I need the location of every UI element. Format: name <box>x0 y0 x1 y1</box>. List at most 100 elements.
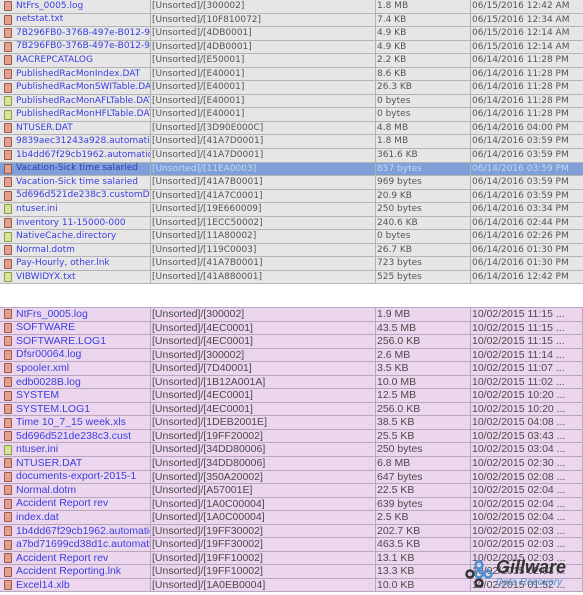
size-cell: 256.0 KB <box>376 402 471 416</box>
table-row[interactable]: NativeCache.directory [Unsorted]/[11A8000… <box>0 230 583 244</box>
table-row[interactable]: index.dat [Unsorted]/[1A0C00004] 2.5 KB 10/… <box>0 511 583 525</box>
table-row[interactable]: 5d696d521de238c3.customDes [Unsorted]/[41… <box>0 189 583 204</box>
date-cell: 06/14/2016 02:26 PM <box>472 231 569 242</box>
file-name[interactable]: ntuser.ini <box>16 203 58 216</box>
table-row[interactable]: NTUSER.DAT [Unsorted]/[3D90E000C] 4.8 MB 06… <box>0 121 583 136</box>
name-cell: netstat.txt <box>0 13 151 27</box>
file-name[interactable]: 5d696d521de238c3.customDes <box>16 190 150 203</box>
name-cell: NTUSER.DAT <box>0 457 151 470</box>
file-name[interactable]: 1b4dd67f29cb1962.automaticD <box>16 149 150 162</box>
table-row[interactable]: Vacation-Sick time salaried [Unsorted]/[1… <box>0 162 583 177</box>
file-name[interactable]: Accident Reporting.lnk <box>16 565 121 578</box>
table-row[interactable]: Normal.dotm [Unsorted]/[119C0003] 26.7 KB 0… <box>0 243 583 258</box>
file-name[interactable]: NTUSER.DAT <box>16 457 82 470</box>
table-row[interactable]: spooler.xml [Unsorted]/[7D40001] 3.5 KB 10/… <box>0 362 583 376</box>
file-name[interactable]: 5d696d521de238c3.cust <box>16 430 131 443</box>
file-name[interactable]: Normal.dotm <box>16 244 75 257</box>
file-icon <box>4 485 12 496</box>
file-name[interactable]: Accident Report rev <box>16 552 108 565</box>
table-row[interactable]: 1b4dd67f29cb1962.automatic [Unsorted]/[19… <box>0 524 583 539</box>
location-cell: [Unsorted]/[1A0EB0004] <box>151 578 376 592</box>
table-row[interactable]: PublishedRacMonAFLTable.DAT [Unsorted]/[E… <box>0 94 583 109</box>
file-name[interactable]: Pay-Hourly, other.lnk <box>16 257 110 270</box>
name-cell: NTUSER.DAT <box>0 121 151 135</box>
table-row[interactable]: SOFTWARE [Unsorted]/[4EC0001] 43.5 MB 10/02… <box>0 321 583 336</box>
table-row[interactable]: edb0028B.log [Unsorted]/[1B12A001A] 10.0 M… <box>0 375 583 390</box>
table-row[interactable]: PublishedRacMonHFLTable.DAT [Unsorted]/[E… <box>0 108 583 122</box>
name-cell: 1b4dd67f29cb1962.automatic <box>0 524 151 538</box>
file-name[interactable]: NtFrs_0005.log <box>16 308 88 321</box>
size-cell: 4.8 MB <box>376 121 471 135</box>
table-row[interactable]: VIBWIDYX.txt [Unsorted]/[41A880001] 525 by… <box>0 270 583 285</box>
file-name[interactable]: Dfsr00064.log <box>16 349 81 362</box>
file-name[interactable]: a7bd71699cd38d1c.automatic <box>16 538 150 551</box>
table-row[interactable]: 5d696d521de238c3.cust [Unsorted]/[19FF200… <box>0 429 583 444</box>
location-cell: [Unsorted]/[19FF30002] <box>151 524 376 538</box>
file-name[interactable]: ntuser.ini <box>16 443 58 456</box>
file-icon <box>4 177 12 188</box>
table-row[interactable]: Inventory 11-15000-000 [Unsorted]/[1ECC50… <box>0 216 583 231</box>
table-row[interactable]: 1b4dd67f29cb1962.automaticD [Unsorted]/[4… <box>0 149 583 163</box>
size-cell: 463.5 KB <box>376 538 471 551</box>
file-name[interactable]: Vacation-Sick time salaried <box>16 176 138 189</box>
table-row[interactable]: 9839aec31243a928.automaticD [Unsorted]/[4… <box>0 135 583 150</box>
table-row[interactable]: RACREPCATALOG [Unsorted]/[E50001] 2.2 KB 06… <box>0 54 583 68</box>
file-name[interactable]: Vacation-Sick time salaried <box>16 163 138 176</box>
file-name[interactable]: PublishedRacMonHFLTable.DAT <box>16 108 150 121</box>
table-row[interactable]: Pay-Hourly, other.lnk [Unsorted]/[41A7B00… <box>0 257 583 271</box>
file-name[interactable]: PublishedRacMonAFLTable.DAT <box>16 95 150 108</box>
size-cell: 0 bytes <box>376 94 471 108</box>
file-name[interactable]: Inventory 11-15000-000 <box>16 217 126 230</box>
file-name[interactable]: SOFTWARE <box>16 322 75 335</box>
file-name[interactable]: index.dat <box>16 511 59 524</box>
table-row[interactable]: documents-export-2015-1 [Unsorted]/[350A2… <box>0 470 583 485</box>
file-name[interactable]: edb0028B.log <box>16 376 81 389</box>
table-row[interactable]: Time 10_7_15 week.xls [Unsorted]/[1DEB200… <box>0 416 583 430</box>
file-name[interactable]: NativeCache.directory <box>16 230 116 243</box>
location-cell: [Unsorted]/[E40001] <box>151 81 376 94</box>
table-row[interactable]: 7B296FB0-376B-497e-B012-9C4 [Unsorted]/[4… <box>0 40 583 55</box>
table-row[interactable]: SYSTEM [Unsorted]/[4EC0001] 12.5 MB 10/02/2… <box>0 389 583 403</box>
size-cell: 647 bytes <box>376 470 471 484</box>
table-row[interactable]: NTUSER.DAT [Unsorted]/[34DD80006] 6.8 MB 10… <box>0 457 583 471</box>
file-name[interactable]: PublishedRacMonSWITable.DAT <box>16 81 150 94</box>
file-name[interactable]: NTUSER.DAT <box>16 122 73 135</box>
table-row[interactable]: Normal.dotm [Unsorted]/[A57001E] 22.5 KB 10… <box>0 484 583 498</box>
table-row[interactable]: SOFTWARE.LOG1 [Unsorted]/[4EC0001] 256.0 K… <box>0 335 583 349</box>
file-name[interactable]: 7B296FB0-376B-497e-B012-9C4 <box>16 27 150 40</box>
file-name[interactable]: RACREPCATALOG <box>16 54 93 67</box>
table-row[interactable]: netstat.txt [Unsorted]/[10F810072] 7.4 KB 0… <box>0 13 583 28</box>
table-row[interactable]: Vacation-Sick time salaried [Unsorted]/[4… <box>0 176 583 190</box>
file-name[interactable]: VIBWIDYX.txt <box>16 271 76 284</box>
table-row[interactable]: ntuser.ini [Unsorted]/[19E660009] 250 byte… <box>0 203 583 217</box>
table-row[interactable]: ntuser.ini [Unsorted]/[34DD80006] 250 byte… <box>0 443 583 458</box>
date-cell: 06/14/2016 04:00 PM <box>472 122 569 133</box>
file-name[interactable]: NtFrs_0005.log <box>16 0 83 13</box>
table-row[interactable]: NtFrs_0005.log [Unsorted]/[300002] 1.8 MB 0… <box>0 0 583 14</box>
file-name[interactable]: Accident Report rev <box>16 498 108 511</box>
table-row[interactable]: Dfsr00064.log [Unsorted]/[300002] 2.6 MB 10… <box>0 348 583 363</box>
file-name[interactable]: SOFTWARE.LOG1 <box>16 335 106 348</box>
file-name[interactable]: 9839aec31243a928.automaticD <box>16 135 150 148</box>
table-row[interactable]: Accident Report rev [Unsorted]/[1A0C00004… <box>0 497 583 512</box>
name-cell: Accident Reporting.lnk <box>0 565 151 578</box>
file-name[interactable]: SYSTEM.LOG1 <box>16 403 90 416</box>
file-name[interactable]: netstat.txt <box>16 14 63 27</box>
file-name[interactable]: documents-export-2015-1 <box>16 471 136 484</box>
table-row[interactable]: PublishedRacMonSWITable.DAT [Unsorted]/[E… <box>0 81 583 95</box>
file-name[interactable]: SYSTEM <box>16 389 59 402</box>
table-row[interactable]: NtFrs_0005.log [Unsorted]/[300002] 1.9 MB 1… <box>0 308 583 322</box>
file-name[interactable]: Excel14.xlb <box>16 579 70 592</box>
table-row[interactable]: 7B296FB0-376B-497e-B012-9C4 [Unsorted]/[4… <box>0 27 583 41</box>
file-name[interactable]: Time 10_7_15 week.xls <box>16 416 126 429</box>
file-name[interactable]: Normal.dotm <box>16 484 76 497</box>
file-name[interactable]: PublishedRacMonIndex.DAT <box>16 68 140 81</box>
table-row[interactable]: a7bd71699cd38d1c.automatic [Unsorted]/[19… <box>0 538 583 552</box>
table-row[interactable]: SYSTEM.LOG1 [Unsorted]/[4EC0001] 256.0 KB 1… <box>0 402 583 417</box>
file-name[interactable]: 7B296FB0-376B-497e-B012-9C4 <box>16 41 150 54</box>
date-cell: 10/02/2015 02:04 ... <box>471 484 583 497</box>
file-name[interactable]: 1b4dd67f29cb1962.automatic <box>16 525 150 538</box>
file-name[interactable]: spooler.xml <box>16 362 69 375</box>
name-cell: Vacation-Sick time salaried <box>0 176 151 189</box>
table-row[interactable]: PublishedRacMonIndex.DAT [Unsorted]/[E400… <box>0 67 583 82</box>
